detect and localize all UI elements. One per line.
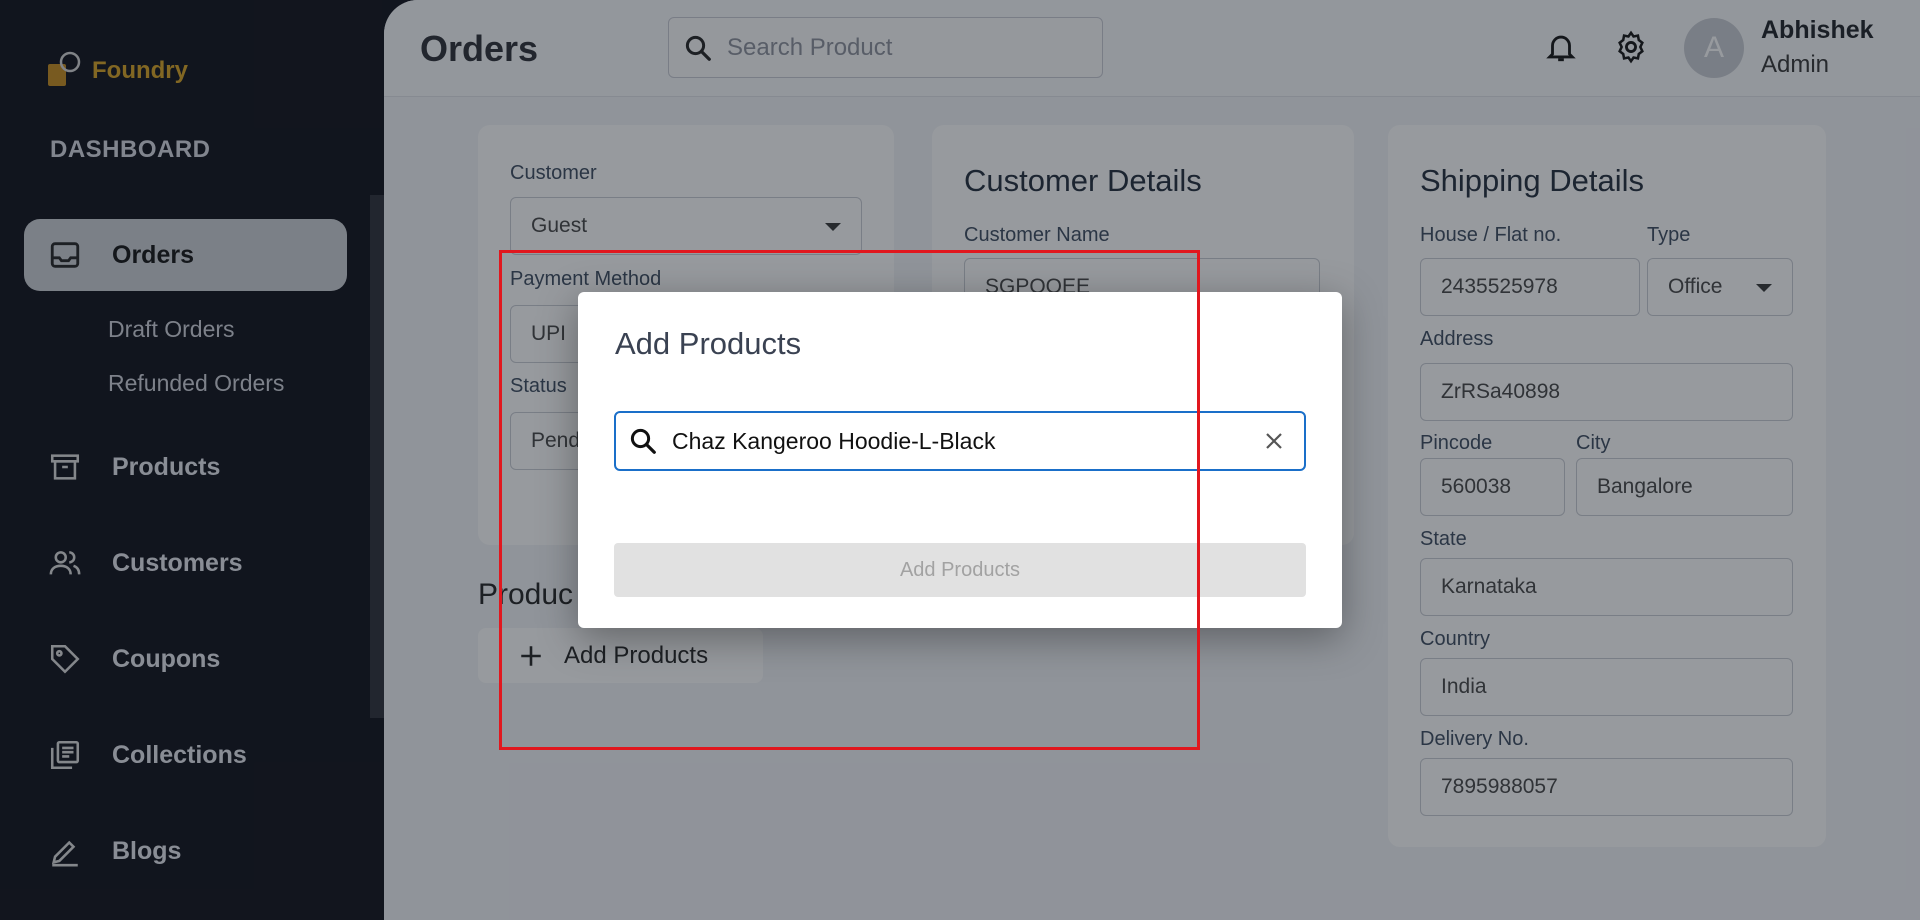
close-icon[interactable]: [1262, 429, 1286, 453]
highlight-box: [499, 250, 1200, 750]
